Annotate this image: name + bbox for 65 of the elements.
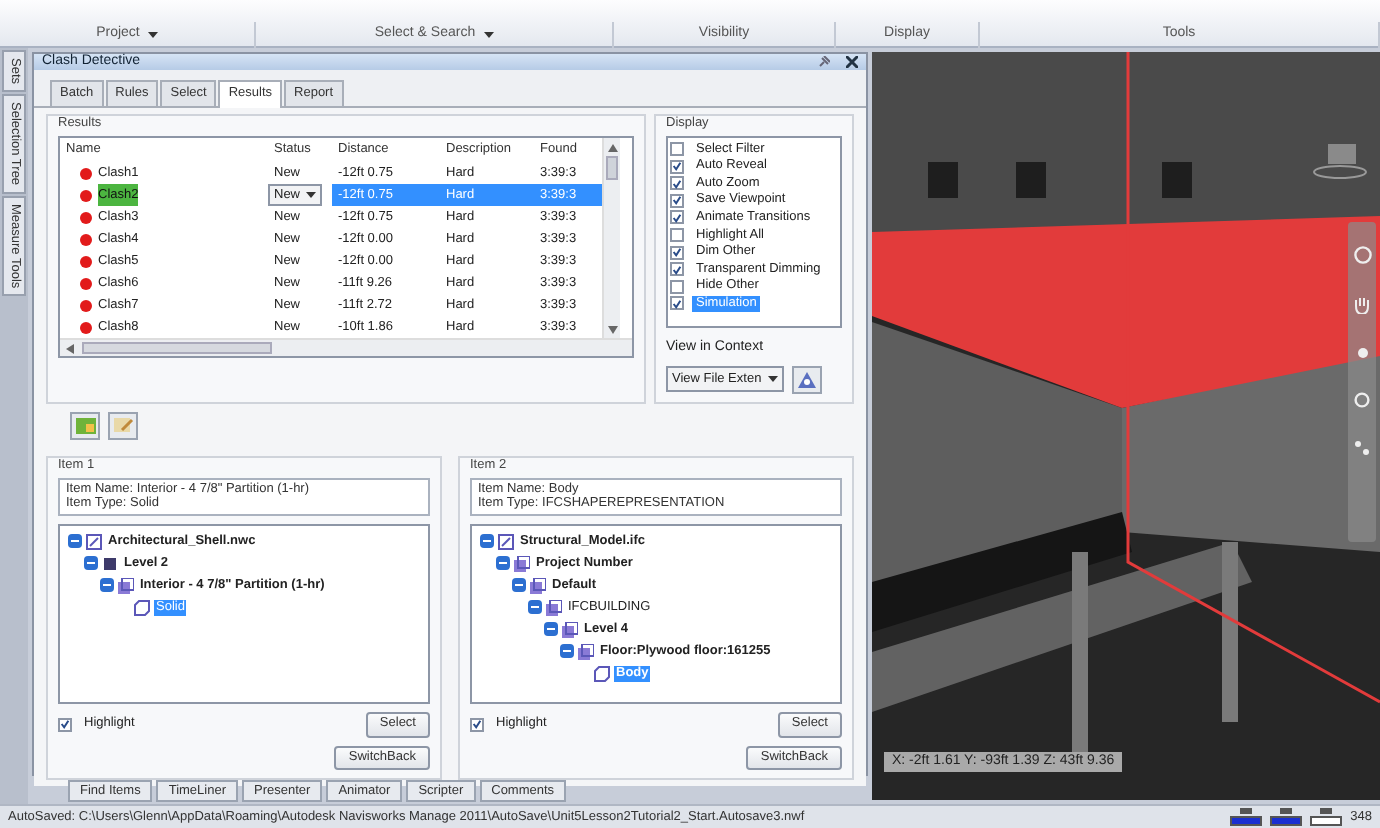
folder-icon: [75, 416, 95, 435]
status-dot: [80, 299, 92, 312]
steering-wheel-icon[interactable]: [1353, 246, 1371, 264]
hand-icon[interactable]: [1354, 296, 1370, 314]
meter-icon: [1310, 808, 1343, 826]
collapse-icon[interactable]: [512, 578, 526, 593]
group-icon: [514, 555, 530, 572]
orbit-icon[interactable]: [1354, 392, 1370, 408]
view-button[interactable]: [791, 365, 822, 394]
scrollbar[interactable]: [602, 138, 620, 339]
collapse-icon[interactable]: [68, 534, 82, 549]
status-dot: [80, 233, 92, 246]
group-icon: [118, 577, 134, 594]
collapse-icon[interactable]: [560, 644, 574, 659]
collapse-icon[interactable]: [528, 600, 542, 615]
collapse-icon[interactable]: [100, 578, 114, 593]
scroll-left-icon[interactable]: [66, 343, 74, 354]
file-icon: [86, 533, 102, 550]
collapse-icon[interactable]: [480, 534, 494, 549]
status-dot: [80, 189, 92, 202]
status-dot: [80, 321, 92, 334]
checkbox[interactable]: [670, 176, 684, 191]
pin-icon[interactable]: [818, 56, 830, 69]
group-icon: [530, 577, 546, 594]
collapse-icon[interactable]: [544, 622, 558, 637]
note-icon: [113, 416, 133, 435]
group-icon: [578, 643, 594, 660]
checkbox[interactable]: [670, 159, 684, 174]
caret-icon: [483, 32, 494, 38]
checkbox[interactable]: [470, 717, 484, 732]
caret-icon: [767, 376, 778, 383]
scrollbar[interactable]: [60, 338, 632, 357]
checkbox[interactable]: [670, 141, 684, 156]
meter-icon: [1230, 808, 1263, 826]
close-icon[interactable]: [846, 56, 858, 69]
checkbox[interactable]: [670, 193, 684, 208]
triangle-icon: [797, 371, 816, 388]
caret-icon: [147, 32, 158, 38]
scroll-thumb[interactable]: [606, 156, 618, 181]
checkbox[interactable]: [670, 279, 684, 294]
collapse-icon[interactable]: [84, 556, 98, 571]
geometry-icon: [134, 599, 150, 616]
status-dot: [80, 255, 92, 268]
layer-icon: [102, 555, 118, 572]
checkbox[interactable]: [670, 296, 684, 311]
checkbox[interactable]: [670, 262, 684, 277]
checkbox[interactable]: [670, 245, 684, 260]
status-dot: [80, 167, 92, 180]
checkbox[interactable]: [670, 210, 684, 225]
checkbox[interactable]: [670, 227, 684, 242]
collapse-icon[interactable]: [496, 556, 510, 571]
group-icon: [546, 599, 562, 616]
checkbox[interactable]: [58, 717, 72, 732]
status-dot: [80, 211, 92, 224]
status-dot: [80, 277, 92, 290]
meter-icon: [1270, 808, 1303, 826]
file-icon: [498, 533, 514, 550]
caret-icon: [306, 192, 317, 199]
zoom-icon[interactable]: [1355, 346, 1369, 360]
group-icon: [562, 621, 578, 638]
viewcube-icon[interactable]: [1312, 140, 1368, 180]
edit-button[interactable]: [108, 411, 138, 440]
look-icon[interactable]: [1354, 440, 1370, 456]
geometry-icon: [594, 665, 610, 682]
scroll-thumb[interactable]: [82, 342, 272, 355]
